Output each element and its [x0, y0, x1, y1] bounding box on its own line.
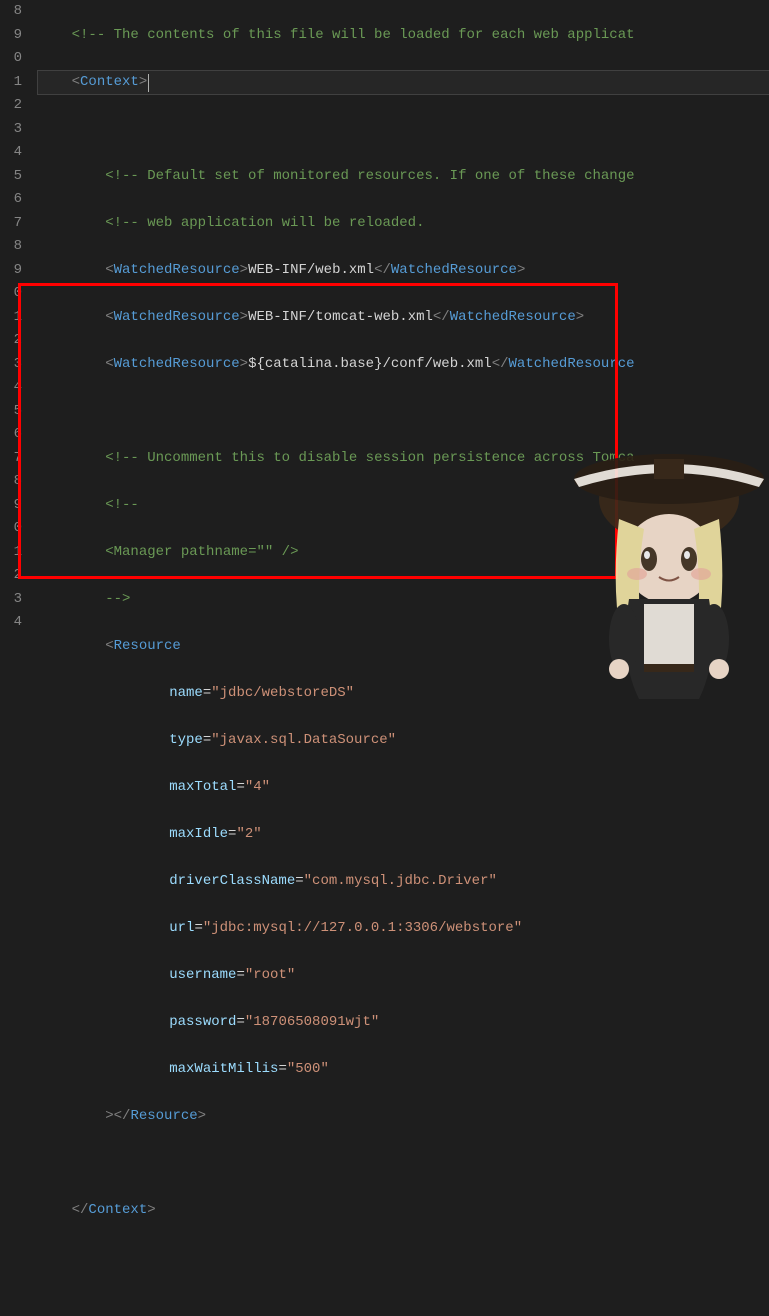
code-line: <Manager pathname="" /> — [38, 541, 769, 565]
line-number: 4 — [0, 376, 22, 400]
line-number: 3 — [0, 118, 22, 142]
line-number: 0 — [0, 47, 22, 71]
code-line: url="jdbc:mysql://127.0.0.1:3306/webstor… — [38, 917, 769, 941]
line-number: 0 — [0, 282, 22, 306]
line-number: 8 — [0, 470, 22, 494]
code-line: ></Resource> — [38, 1105, 769, 1129]
line-number: 4 — [0, 611, 22, 635]
code-line: </Context> — [38, 1199, 769, 1223]
code-line: <!-- Default set of monitored resources.… — [38, 165, 769, 189]
code-line: maxTotal="4" — [38, 776, 769, 800]
code-line: <WatchedResource>WEB-INF/web.xml</Watche… — [38, 259, 769, 283]
code-line: maxIdle="2" — [38, 823, 769, 847]
line-number: 1 — [0, 306, 22, 330]
code-line — [38, 118, 769, 142]
line-number: 7 — [0, 447, 22, 471]
line-number: 6 — [0, 423, 22, 447]
line-number: 2 — [0, 564, 22, 588]
line-gutter: 8 9 0 1 2 3 4 5 6 7 8 9 0 1 2 3 4 5 6 7 … — [0, 0, 30, 679]
line-number: 0 — [0, 517, 22, 541]
code-line: driverClassName="com.mysql.jdbc.Driver" — [38, 870, 769, 894]
line-number: 8 — [0, 0, 22, 24]
code-line: username="root" — [38, 964, 769, 988]
line-number: 6 — [0, 188, 22, 212]
code-line: <!-- The contents of this file will be l… — [38, 24, 769, 48]
line-number: 1 — [0, 541, 22, 565]
line-number: 4 — [0, 141, 22, 165]
line-number: 3 — [0, 353, 22, 377]
code-line: password="18706508091wjt" — [38, 1011, 769, 1035]
code-line: <!-- web application will be reloaded. — [38, 212, 769, 236]
code-line: --> — [38, 588, 769, 612]
code-area[interactable]: <!-- The contents of this file will be l… — [30, 0, 769, 679]
code-line: maxWaitMillis="500" — [38, 1058, 769, 1082]
code-line: type="javax.sql.DataSource" — [38, 729, 769, 753]
code-line: name="jdbc/webstoreDS" — [38, 682, 769, 706]
code-line: <WatchedResource>WEB-INF/tomcat-web.xml<… — [38, 306, 769, 330]
code-line — [38, 400, 769, 424]
code-line: <!-- — [38, 494, 769, 518]
code-line: <WatchedResource>${catalina.base}/conf/w… — [38, 353, 769, 377]
line-number: 7 — [0, 212, 22, 236]
line-number: 8 — [0, 235, 22, 259]
code-line: <Resource — [38, 635, 769, 659]
code-editor[interactable]: 8 9 0 1 2 3 4 5 6 7 8 9 0 1 2 3 4 5 6 7 … — [0, 0, 769, 679]
line-number: 3 — [0, 588, 22, 612]
line-number: 5 — [0, 165, 22, 189]
code-line — [38, 1246, 769, 1270]
line-number: 1 — [0, 71, 22, 95]
text-cursor — [148, 74, 149, 92]
line-number: 5 — [0, 400, 22, 424]
line-number: 9 — [0, 24, 22, 48]
code-line — [38, 1152, 769, 1176]
line-number: 9 — [0, 259, 22, 283]
line-number: 9 — [0, 494, 22, 518]
code-line: <!-- Uncomment this to disable session p… — [38, 447, 769, 471]
code-line: <Context> — [38, 71, 769, 95]
line-number: 2 — [0, 94, 22, 118]
line-number: 2 — [0, 329, 22, 353]
